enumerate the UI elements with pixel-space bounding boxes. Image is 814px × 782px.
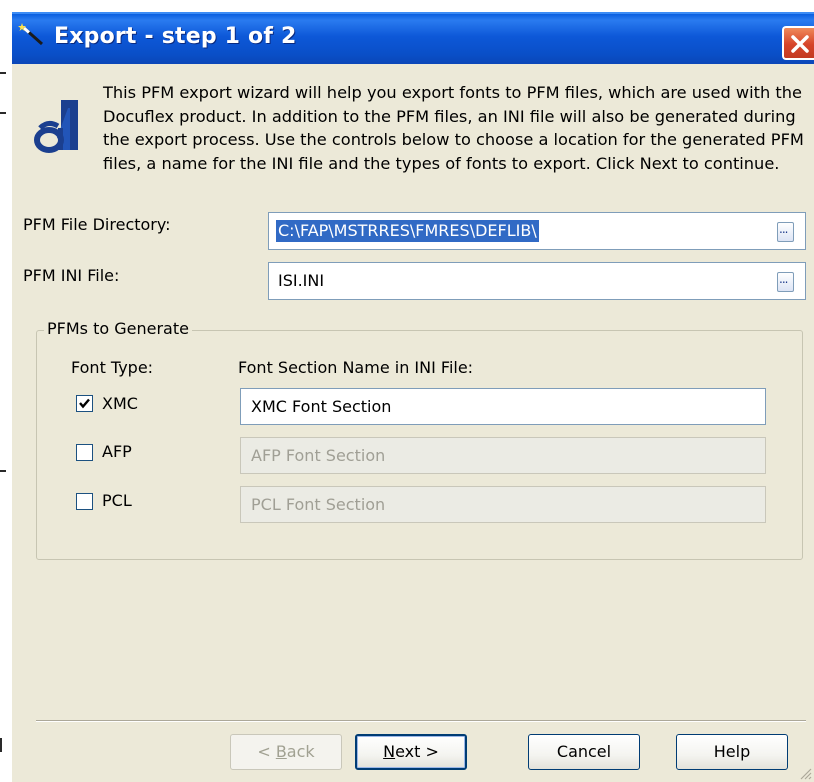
pcl-label[interactable]: PCL [102, 491, 132, 510]
window-title: Export - step 1 of 2 [54, 24, 297, 49]
group-legend: PFMs to Generate [44, 319, 192, 338]
close-button[interactable] [782, 26, 814, 60]
edge-mark [0, 470, 6, 472]
afp-section-input: AFP Font Section [240, 437, 766, 474]
afp-section-value: AFP Font Section [251, 446, 386, 465]
pcl-section-input: PCL Font Section [240, 486, 766, 523]
xmc-section-input[interactable]: XMC Font Section [240, 388, 766, 425]
back-button-prefix: < [257, 742, 276, 761]
section-name-heading: Font Section Name in INI File: [238, 358, 474, 377]
button-separator [36, 720, 806, 722]
edge-mark [0, 72, 6, 74]
close-icon [791, 35, 809, 53]
pfm-ini-field[interactable]: ISI.INI ... [268, 262, 806, 300]
cancel-button[interactable]: Cancel [528, 734, 640, 770]
pcl-section-value: PCL Font Section [251, 495, 386, 514]
font-wizard-logo-icon [34, 100, 78, 153]
edge-mark [0, 738, 2, 752]
resize-grip-icon[interactable] [798, 766, 812, 780]
help-button[interactable]: Help [676, 734, 788, 770]
pfm-ini-value: ISI.INI [278, 271, 325, 290]
next-button-mnemonic: N [383, 742, 396, 761]
title-bar[interactable]: Export - step 1 of 2 [12, 12, 814, 64]
cancel-button-label: Cancel [556, 742, 612, 761]
font-type-heading: Font Type: [71, 358, 154, 377]
afp-label[interactable]: AFP [102, 442, 132, 461]
pfm-directory-field[interactable]: C:\FAP\MSTRRES\FMRES\DEFLIB\ ... [268, 212, 806, 250]
ellipsis-icon: ... [779, 222, 789, 236]
xmc-checkbox[interactable] [76, 395, 93, 412]
back-button[interactable]: < Back [230, 734, 342, 770]
pfm-ini-label: PFM INI File: [23, 266, 120, 285]
pfm-directory-value: C:\FAP\MSTRRES\FMRES\DEFLIB\ [276, 220, 539, 242]
intro-text: This PFM export wizard will help you exp… [103, 83, 804, 173]
next-button-label: ext > [395, 742, 439, 761]
xmc-section-value: XMC Font Section [251, 397, 392, 416]
pfm-directory-label: PFM File Directory: [23, 215, 171, 234]
edge-mark [0, 112, 6, 114]
background-edge [0, 0, 12, 782]
next-button[interactable]: Next > [355, 734, 467, 770]
xmc-label[interactable]: XMC [102, 394, 138, 413]
back-button-mnemonic: B [275, 742, 287, 761]
afp-checkbox[interactable] [76, 444, 93, 461]
pcl-checkbox[interactable] [76, 493, 93, 510]
export-wizard-dialog: Export - step 1 of 2 This PFM export wiz… [12, 12, 814, 782]
pfm-directory-browse-button[interactable]: ... [777, 222, 794, 242]
help-button-label: Help [713, 742, 751, 761]
checkmark-icon [79, 398, 90, 409]
wand-icon [18, 23, 43, 46]
ellipsis-icon: ... [779, 272, 789, 286]
back-button-label: ack [286, 742, 315, 761]
pfm-ini-browse-button[interactable]: ... [777, 272, 794, 292]
